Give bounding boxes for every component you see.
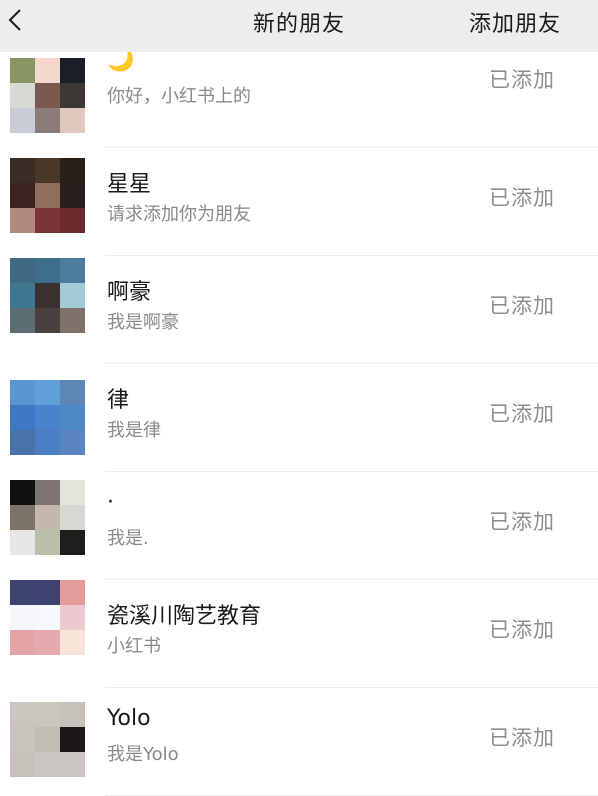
- avatar-tile: [60, 580, 85, 605]
- nav-header: 新的朋友 添加朋友: [0, 0, 598, 52]
- avatar-tile: [60, 530, 85, 555]
- avatar-tile: [60, 505, 85, 530]
- avatar-tile: [10, 405, 35, 430]
- avatar-tile: [10, 283, 35, 308]
- avatar-tile: [35, 630, 60, 655]
- avatar-tile: [10, 702, 35, 727]
- avatar-tile: [60, 727, 85, 752]
- added-status: 已添加: [489, 294, 555, 318]
- avatar-tile: [35, 83, 60, 108]
- avatar[interactable]: [10, 580, 85, 655]
- friend-request-message: 你好，小红书上的: [107, 86, 251, 107]
- avatar-tile: [35, 308, 60, 333]
- avatar-tile: [35, 480, 60, 505]
- friend-request-row[interactable]: Yolo 我是Yolo 已添加: [0, 688, 598, 796]
- friend-request-row[interactable]: 瓷溪川陶艺教育 小红书 已添加: [0, 580, 598, 688]
- friend-request-row[interactable]: 星星 请求添加你为朋友 已添加: [0, 148, 598, 256]
- avatar-tile: [35, 380, 60, 405]
- avatar-tile: [60, 605, 85, 630]
- friend-name: ·: [107, 490, 114, 515]
- avatar-tile: [35, 108, 60, 133]
- friend-name: 啊豪: [107, 280, 152, 305]
- avatar-tile: [60, 405, 85, 430]
- friend-name: Yolo: [107, 706, 151, 731]
- avatar-tile: [60, 630, 85, 655]
- avatar-tile: [10, 430, 35, 455]
- avatar-tile: [35, 283, 60, 308]
- added-status: 已添加: [489, 618, 555, 642]
- friend-request-message: 我是.: [107, 528, 149, 549]
- avatar-tile: [10, 258, 35, 283]
- avatar-tile: [35, 430, 60, 455]
- friend-request-message: 我是律: [107, 420, 161, 441]
- avatar-tile: [10, 727, 35, 752]
- add-friend-button[interactable]: 添加朋友: [469, 6, 561, 38]
- friend-request-message: 我是Yolo: [107, 744, 179, 765]
- friend-request-row[interactable]: 律 我是律 已添加: [0, 364, 598, 472]
- avatar-tile: [60, 108, 85, 133]
- avatar-tile: [10, 308, 35, 333]
- avatar-tile: [60, 208, 85, 233]
- friend-name: 瓷溪川陶艺教育: [107, 604, 262, 629]
- avatar-tile: [10, 480, 35, 505]
- avatar-tile: [60, 702, 85, 727]
- avatar-tile: [35, 405, 60, 430]
- added-status: 已添加: [489, 68, 555, 92]
- added-status: 已添加: [489, 402, 555, 426]
- avatar[interactable]: [10, 258, 85, 333]
- avatar-tile: [10, 158, 35, 183]
- added-status: 已添加: [489, 726, 555, 750]
- avatar[interactable]: [10, 380, 85, 455]
- avatar-tile: [35, 702, 60, 727]
- avatar-tile: [35, 183, 60, 208]
- friend-request-message: 请求添加你为朋友: [107, 204, 251, 225]
- avatar-tile: [60, 83, 85, 108]
- friend-request-row[interactable]: 🌙 你好，小红书上的 已添加: [0, 40, 598, 148]
- avatar[interactable]: [10, 702, 85, 777]
- avatar-tile: [10, 83, 35, 108]
- avatar-tile: [60, 430, 85, 455]
- avatar-tile: [60, 283, 85, 308]
- friend-request-message: 我是啊豪: [107, 312, 179, 333]
- avatar-tile: [60, 752, 85, 777]
- avatar-tile: [35, 158, 60, 183]
- avatar[interactable]: [10, 58, 85, 133]
- avatar-tile: [10, 580, 35, 605]
- friend-name: 律: [107, 388, 130, 413]
- avatar-tile: [10, 380, 35, 405]
- avatar-tile: [60, 258, 85, 283]
- avatar-tile: [35, 505, 60, 530]
- added-status: 已添加: [489, 510, 555, 534]
- avatar-tile: [35, 530, 60, 555]
- avatar-tile: [35, 727, 60, 752]
- avatar-tile: [10, 605, 35, 630]
- avatar-tile: [60, 158, 85, 183]
- avatar-tile: [10, 505, 35, 530]
- avatar-tile: [35, 258, 60, 283]
- avatar-tile: [60, 308, 85, 333]
- friend-request-message: 小红书: [107, 636, 161, 657]
- friend-request-row[interactable]: · 我是. 已添加: [0, 472, 598, 580]
- avatar-tile: [35, 605, 60, 630]
- avatar[interactable]: [10, 480, 85, 555]
- avatar-tile: [10, 183, 35, 208]
- avatar-tile: [35, 580, 60, 605]
- avatar-tile: [60, 380, 85, 405]
- avatar-tile: [10, 752, 35, 777]
- avatar-tile: [60, 183, 85, 208]
- avatar-tile: [35, 58, 60, 83]
- avatar-tile: [60, 58, 85, 83]
- added-status: 已添加: [489, 186, 555, 210]
- avatar-tile: [35, 752, 60, 777]
- avatar-tile: [60, 480, 85, 505]
- friend-name: 星星: [107, 172, 152, 197]
- avatar-tile: [10, 208, 35, 233]
- avatar[interactable]: [10, 158, 85, 233]
- avatar-tile: [10, 108, 35, 133]
- friend-request-row[interactable]: 啊豪 我是啊豪 已添加: [0, 256, 598, 364]
- avatar-tile: [35, 208, 60, 233]
- avatar-tile: [10, 530, 35, 555]
- avatar-tile: [10, 58, 35, 83]
- avatar-tile: [10, 630, 35, 655]
